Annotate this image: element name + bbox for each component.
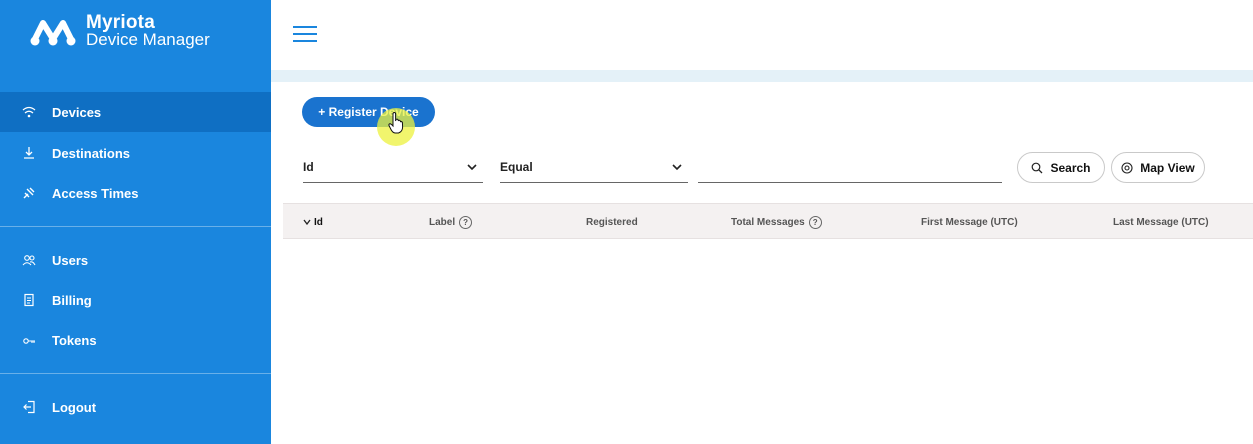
help-icon[interactable]: ? — [808, 215, 822, 229]
key-icon — [22, 333, 36, 347]
brand-name: Myriota — [86, 12, 155, 33]
myriota-logo — [30, 20, 76, 46]
sidebar-item-tokens[interactable]: Tokens — [0, 320, 271, 360]
column-header-label: Total Messages — [731, 216, 805, 228]
map-view-button-label: Map View — [1140, 160, 1195, 175]
sidebar-item-devices[interactable]: Devices — [0, 92, 271, 132]
column-header-last-message[interactable]: Last Message (UTC) — [1113, 204, 1209, 240]
column-header-label: First Message (UTC) — [921, 216, 1018, 228]
search-button[interactable]: Search — [1017, 152, 1105, 183]
column-header-label: Label — [429, 216, 456, 228]
column-header-registered[interactable]: Registered — [586, 204, 638, 240]
sidebar-item-users[interactable]: Users — [0, 240, 271, 280]
location-pin-icon — [1121, 161, 1133, 174]
sidebar-item-label: Access Times — [52, 185, 139, 201]
register-device-button[interactable]: + Register Device — [302, 97, 435, 127]
column-header-id[interactable]: Id — [303, 204, 323, 240]
sidebar-item-label: Destinations — [52, 145, 131, 161]
field-select[interactable]: Id — [303, 152, 483, 183]
brand-subtitle: Device Manager — [86, 30, 210, 49]
sort-chevron-icon — [303, 219, 311, 225]
sidebar-item-label: Billing — [52, 292, 92, 308]
search-icon — [1032, 162, 1043, 173]
sidebar-item-billing[interactable]: Billing — [0, 280, 271, 320]
users-icon — [22, 253, 36, 267]
sidebar-divider — [0, 226, 271, 227]
download-icon — [22, 146, 36, 160]
sidebar-item-logout[interactable]: Logout — [0, 387, 271, 427]
sidebar-item-destinations[interactable]: Destinations — [0, 133, 271, 173]
brand[interactable]: Myriota Device Manager — [30, 12, 210, 49]
logout-icon — [22, 400, 36, 414]
column-header-total-messages[interactable]: Total Messages ? — [731, 204, 822, 240]
chevron-down-icon — [467, 164, 477, 171]
hand-pointer-icon — [388, 112, 404, 134]
sidebar-divider — [0, 373, 271, 374]
field-select-value: Id — [303, 160, 314, 174]
menu-toggle-icon[interactable] — [293, 26, 317, 44]
map-view-button[interactable]: Map View — [1111, 152, 1205, 183]
content-band — [271, 70, 1253, 82]
devices-table-header: Id Label ? Registered Total Messages ? F… — [283, 203, 1253, 239]
operator-select-value: Equal — [500, 160, 533, 174]
satellite-icon — [22, 186, 36, 200]
sidebar: Myriota Device Manager Devices Destinati… — [0, 0, 271, 444]
filter-value-input[interactable] — [698, 152, 1002, 183]
sidebar-item-label: Logout — [52, 399, 97, 415]
operator-select[interactable]: Equal — [500, 152, 688, 183]
chevron-down-icon — [672, 164, 682, 171]
column-header-label-col[interactable]: Label ? — [429, 204, 473, 240]
sidebar-item-label: Tokens — [52, 332, 97, 348]
help-icon[interactable]: ? — [459, 215, 473, 229]
column-header-label: Last Message (UTC) — [1113, 216, 1209, 228]
column-header-label: Registered — [586, 216, 638, 228]
wifi-icon — [22, 105, 36, 119]
column-header-label: Id — [314, 216, 323, 228]
sidebar-item-access-times[interactable]: Access Times — [0, 173, 271, 213]
sidebar-item-label: Users — [52, 252, 89, 268]
sidebar-item-label: Devices — [52, 104, 102, 120]
receipt-icon — [22, 293, 36, 307]
search-button-label: Search — [1050, 160, 1091, 175]
column-header-first-message[interactable]: First Message (UTC) — [921, 204, 1018, 240]
